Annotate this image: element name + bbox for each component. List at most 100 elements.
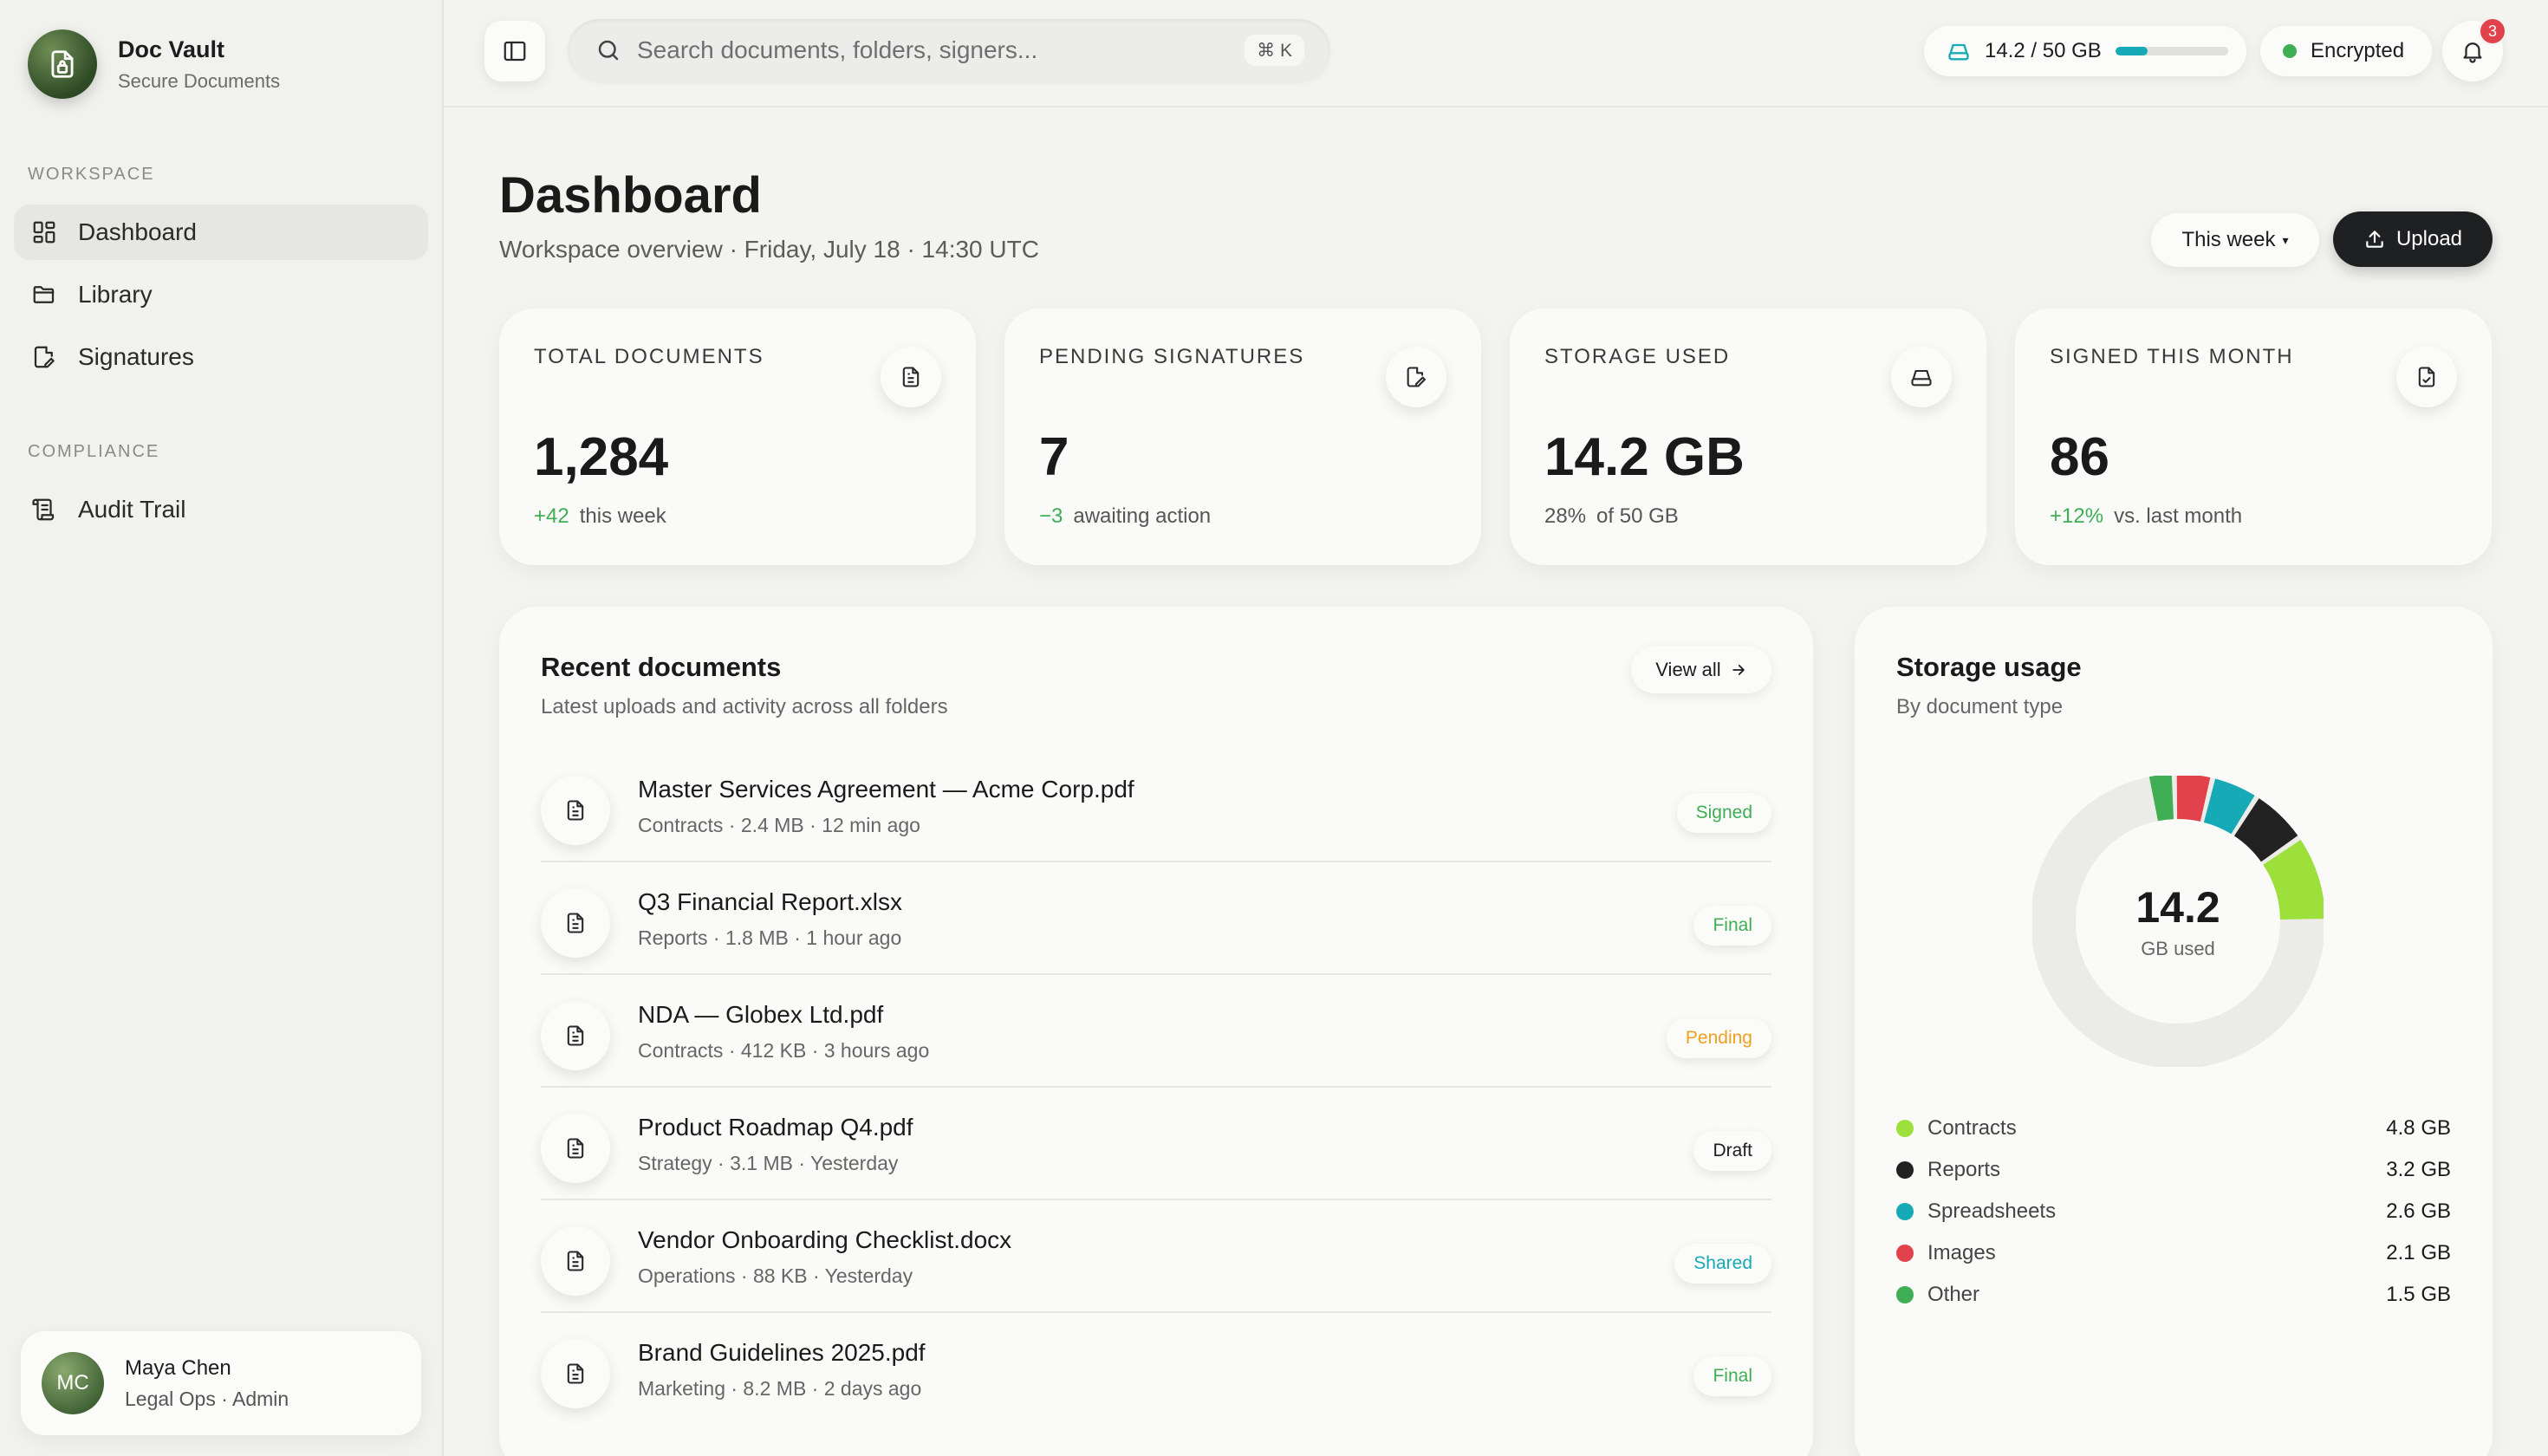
- document-name: NDA — Globex Ltd.pdf: [638, 1001, 884, 1028]
- sidebar-item-dashboard[interactable]: Dashboard: [14, 205, 428, 260]
- view-all-label: View all: [1655, 659, 1721, 680]
- upload-label: Upload: [2395, 227, 2463, 250]
- recent-documents-panel: Recent documents Latest uploads and acti…: [499, 607, 1813, 1456]
- document-meta: Operations · 88 KB · Yesterday: [638, 1264, 913, 1287]
- stat-delta: −3: [1039, 504, 1063, 528]
- storage-donut-chart: 14.2 GB used: [2032, 776, 2324, 1067]
- sidebar: Doc Vault Secure Documents WORKSPACE Das…: [0, 0, 444, 1456]
- legend-value: 3.2 GB: [2386, 1158, 2451, 1181]
- sidebar-item-label: Library: [78, 281, 153, 308]
- legend-item: Spreadsheets 2.6 GB: [1896, 1194, 2451, 1229]
- donut-center-value: 14.2: [2135, 883, 2220, 932]
- document-meta: Reports · 1.8 MB · 1 hour ago: [638, 926, 902, 949]
- stat-note: awaiting action: [1073, 504, 1212, 528]
- stat-value: 14.2 GB: [1544, 427, 1745, 487]
- legend-value: 1.5 GB: [2386, 1283, 2451, 1306]
- legend-item: Other 1.5 GB: [1896, 1277, 2451, 1312]
- document-icon: [541, 776, 610, 845]
- storage-usage-panel: Storage usage By document type 14.2 GB u…: [1855, 607, 2493, 1456]
- stat-note: vs. last month: [2114, 504, 2243, 528]
- brand-logo-icon: [28, 29, 97, 99]
- document-icon: [541, 1226, 610, 1296]
- notification-badge: 3: [2479, 17, 2506, 45]
- document-icon: [541, 888, 610, 958]
- table-row[interactable]: Product Roadmap Q4.pdf Strategy · 3.1 MB …: [541, 1088, 1771, 1200]
- page-subtitle: Workspace overview · Friday, July 18 · 1…: [499, 236, 1039, 263]
- search-input[interactable]: Search documents, folders, signers... ⌘ …: [568, 19, 1330, 81]
- period-select[interactable]: This week ▾: [2151, 213, 2319, 267]
- panel-subtitle: By document type: [1896, 695, 2064, 718]
- grid-icon: [29, 218, 59, 247]
- encryption-label: Encrypted: [2311, 39, 2405, 62]
- legend-swatch: [1896, 1245, 1914, 1262]
- document-icon: [541, 1339, 610, 1408]
- sidebar-item-label: Audit Trail: [78, 496, 186, 523]
- stat-card-storage-used[interactable]: STORAGE USED 14.2 GB 28% of 50 GB: [1510, 309, 1986, 565]
- stat-card-signed-this-month[interactable]: SIGNED THIS MONTH 86 +12% vs. last month: [2015, 309, 2492, 565]
- document-name: Vendor Onboarding Checklist.docx: [638, 1226, 1012, 1253]
- legend-label: Reports: [1927, 1158, 2001, 1181]
- table-row[interactable]: Master Services Agreement — Acme Corp.pd…: [541, 750, 1771, 862]
- panel-title: Storage usage: [1896, 652, 2082, 682]
- donut-center-unit: GB used: [2141, 938, 2215, 959]
- storage-progress-fill: [2115, 47, 2148, 55]
- status-badge: Shared: [1674, 1244, 1771, 1284]
- document-name: Q3 Financial Report.xlsx: [638, 888, 903, 915]
- stat-label: PENDING SIGNATURES: [1039, 345, 1305, 368]
- legend-value: 4.8 GB: [2386, 1116, 2451, 1140]
- notifications-button[interactable]: 3: [2442, 17, 2506, 81]
- sidebar-item-library[interactable]: Library: [14, 267, 428, 322]
- table-row[interactable]: Q3 Financial Report.xlsx Reports · 1.8 MB…: [541, 862, 1771, 975]
- status-dot: [2283, 44, 2297, 58]
- drive-icon: [1947, 39, 1971, 63]
- status-badge: Draft: [1693, 1131, 1771, 1171]
- table-row[interactable]: Brand Guidelines 2025.pdf Marketing · 8.2…: [541, 1313, 1771, 1426]
- brand-name: Doc Vault: [118, 36, 225, 62]
- signed-document-icon: [2396, 347, 2457, 407]
- user-card[interactable]: MC Maya Chen Legal Ops · Admin: [21, 1331, 421, 1435]
- avatar: MC: [42, 1352, 104, 1414]
- table-row[interactable]: Vendor Onboarding Checklist.docx Operatio…: [541, 1200, 1771, 1313]
- stat-delta: 28%: [1544, 504, 1587, 528]
- document-icon: [881, 347, 941, 407]
- sidebar-toggle-icon: [502, 38, 528, 64]
- encryption-status[interactable]: Encrypted: [2260, 26, 2432, 76]
- caret-down-icon: ▾: [2282, 232, 2289, 247]
- legend-label: Spreadsheets: [1927, 1199, 2057, 1223]
- sidebar-item-signatures[interactable]: Signatures: [14, 329, 428, 385]
- table-row[interactable]: NDA — Globex Ltd.pdf Contracts · 412 KB ·…: [541, 975, 1771, 1088]
- legend-item: Images 2.1 GB: [1896, 1236, 2451, 1271]
- bell-icon: [2460, 38, 2486, 64]
- legend-label: Other: [1927, 1283, 1980, 1306]
- stat-label: STORAGE USED: [1544, 345, 1731, 368]
- pen-document-icon: [1386, 347, 1446, 407]
- legend-value: 2.1 GB: [2386, 1241, 2451, 1264]
- nav-section-compliance: COMPLIANCE: [28, 442, 160, 461]
- page-title: Dashboard: [499, 167, 762, 224]
- stat-card-pending-signatures[interactable]: PENDING SIGNATURES 7 −3 awaiting action: [1004, 309, 1481, 565]
- period-label: This week: [2181, 228, 2276, 251]
- upload-button[interactable]: Upload: [2333, 211, 2493, 267]
- nav-section-workspace: WORKSPACE: [28, 165, 155, 184]
- view-all-button[interactable]: View all: [1631, 647, 1771, 693]
- legend-label: Contracts: [1927, 1116, 2017, 1140]
- scroll-icon: [29, 495, 59, 524]
- status-badge: Signed: [1676, 793, 1771, 833]
- topbar: Search documents, folders, signers... ⌘ …: [444, 0, 2548, 107]
- legend-swatch: [1896, 1120, 1914, 1137]
- search-placeholder: Search documents, folders, signers...: [637, 36, 1038, 63]
- storage-progress-bar: [2115, 47, 2228, 55]
- legend-swatch: [1896, 1286, 1914, 1303]
- stat-card-total-documents[interactable]: TOTAL DOCUMENTS 1,284 +42 this week: [499, 309, 976, 565]
- storage-indicator[interactable]: 14.2 / 50 GB: [1924, 26, 2246, 76]
- folder-icon: [29, 280, 59, 309]
- arrow-right-icon: [1730, 661, 1747, 679]
- document-meta: Contracts · 2.4 MB · 12 min ago: [638, 814, 920, 836]
- brand-subtitle: Secure Documents: [118, 69, 281, 92]
- legend-value: 2.6 GB: [2386, 1199, 2451, 1223]
- brand[interactable]: Doc Vault Secure Documents: [28, 29, 280, 99]
- document-icon: [541, 1114, 610, 1183]
- sidebar-toggle-button[interactable]: [484, 21, 545, 81]
- legend-label: Images: [1927, 1241, 1996, 1264]
- sidebar-item-audit-trail[interactable]: Audit Trail: [14, 482, 428, 537]
